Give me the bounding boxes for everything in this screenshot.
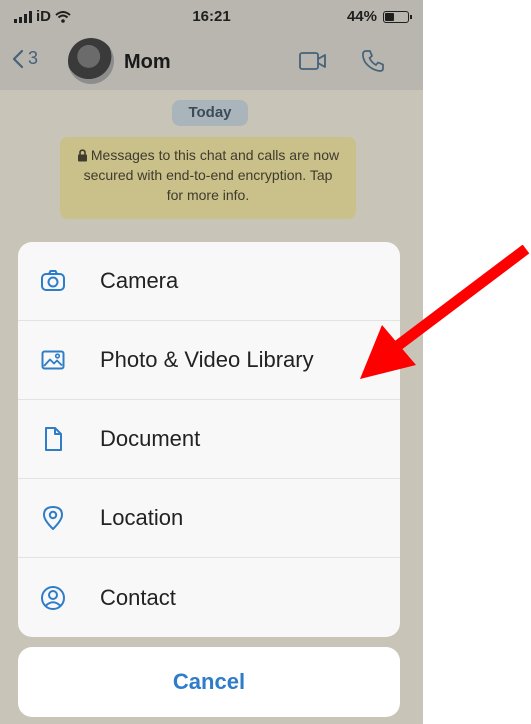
- chevron-left-icon: [12, 49, 24, 68]
- sheet-item-label: Camera: [100, 268, 179, 293]
- sheet-item-label: Location: [100, 505, 184, 530]
- unread-count: 3: [28, 48, 39, 68]
- lock-icon: [77, 149, 87, 162]
- sheet-item-contact[interactable]: Contact: [18, 558, 400, 637]
- status-bar: iD 16:21 44%: [0, 0, 423, 34]
- battery-icon: [383, 10, 412, 23]
- back-button[interactable]: 3: [12, 48, 38, 69]
- encryption-notice[interactable]: Messages to this chat and calls are now …: [60, 137, 356, 219]
- location-pin-icon: [43, 506, 63, 530]
- status-right: 44%: [346, 8, 412, 25]
- cancel-button[interactable]: Cancel: [18, 647, 400, 717]
- battery-percent: 44%: [346, 8, 377, 25]
- date-chip: Today: [172, 100, 248, 126]
- document-icon: [45, 427, 62, 451]
- sheet-item-label: Document: [100, 426, 201, 451]
- contact-name[interactable]: Mom: [124, 51, 171, 74]
- sheet-item-label: Contact: [100, 584, 176, 610]
- camera-icon: [41, 270, 65, 291]
- chat-header: 3 Mom: [0, 34, 423, 91]
- sheet-item-location[interactable]: Location: [18, 479, 400, 558]
- avatar[interactable]: [68, 38, 114, 84]
- sheet-item-label: Photo & Video Library: [100, 347, 314, 372]
- photo-icon: [41, 350, 65, 370]
- battery-level-fill: [385, 12, 394, 21]
- annotation-arrow-icon: [360, 245, 530, 379]
- encryption-notice-text: Messages to this chat and calls are now …: [83, 147, 340, 203]
- video-call-icon[interactable]: [298, 50, 328, 72]
- contact-icon: [41, 585, 65, 610]
- phone-call-icon[interactable]: [360, 48, 386, 74]
- sheet-item-document[interactable]: Document: [18, 400, 400, 479]
